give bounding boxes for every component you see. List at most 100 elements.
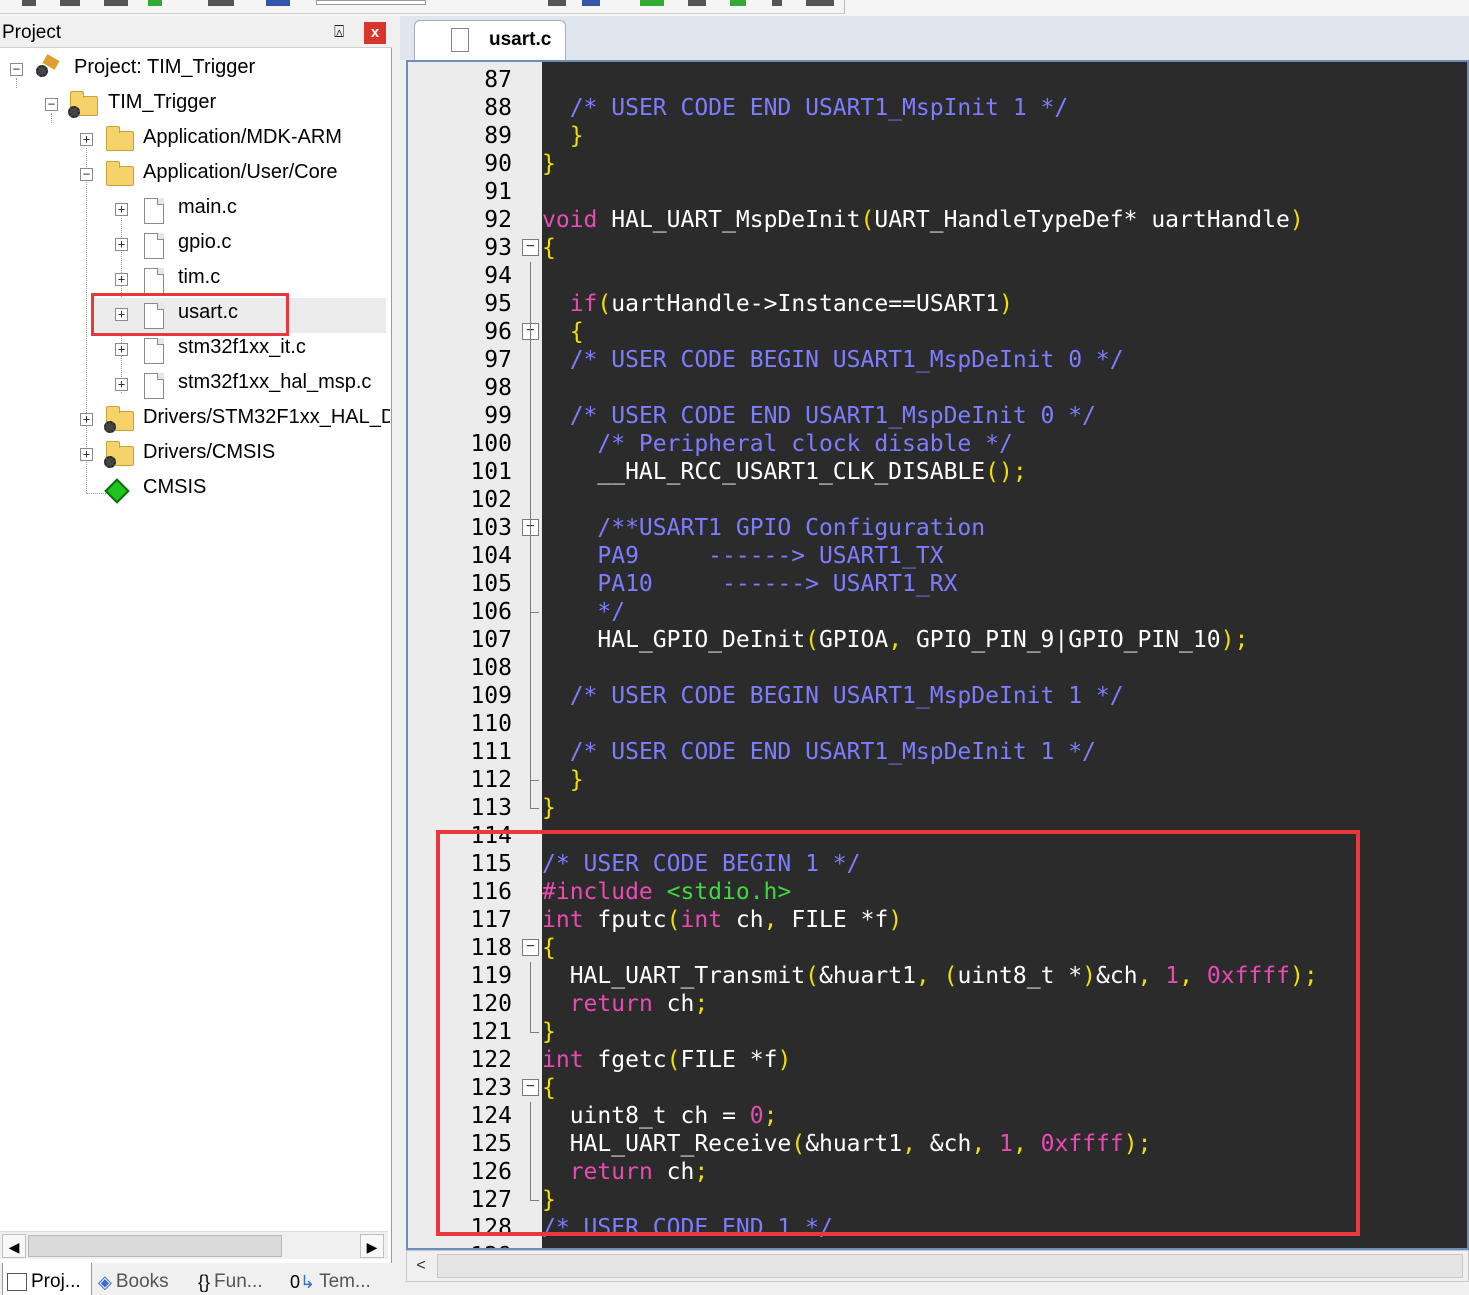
tab-usart-c[interactable]: usart.c — [414, 20, 566, 60]
close-icon[interactable]: x — [364, 22, 386, 44]
tree-file-label: main.c — [178, 196, 237, 218]
code-line[interactable]: /* USER CODE END USART1_MspDeInit 1 */ — [542, 738, 1096, 766]
toolbar-button[interactable] — [60, 0, 80, 6]
toolbar-button[interactable] — [688, 0, 706, 6]
expand-icon[interactable]: + — [115, 343, 128, 356]
scroll-left-arrow-icon[interactable]: < — [409, 1253, 433, 1279]
tab-templates-label: Tem... — [319, 1271, 371, 1292]
collapse-icon[interactable]: − — [45, 98, 58, 111]
code-line[interactable]: /**USART1 GPIO Configuration — [542, 514, 985, 542]
scroll-left-arrow-icon[interactable]: ◀ — [2, 1234, 26, 1258]
gear-icon — [104, 421, 116, 433]
toolbar-button[interactable] — [266, 0, 290, 6]
code-line[interactable]: /* USER CODE BEGIN USART1_MspDeInit 1 */ — [542, 682, 1124, 710]
tab-books[interactable]: ◈ Books — [98, 1263, 188, 1295]
code-line[interactable]: __HAL_RCC_USART1_CLK_DISABLE(); — [542, 458, 1026, 486]
code-line[interactable]: /* USER CODE END USART1_MspInit 1 */ — [542, 94, 1069, 122]
code-line[interactable]: HAL_GPIO_DeInit(GPIOA, GPIO_PIN_9|GPIO_P… — [542, 626, 1248, 654]
toolbar-button[interactable] — [208, 0, 234, 6]
code-line[interactable]: PA10 ------> USART1_RX — [542, 570, 957, 598]
expand-icon[interactable]: + — [115, 203, 128, 216]
line-number: 88 — [484, 95, 512, 121]
code-line[interactable]: if(uartHandle->Instance==USART1) — [542, 290, 1013, 318]
expand-icon[interactable]: + — [115, 378, 128, 391]
expand-icon[interactable]: + — [115, 273, 128, 286]
code-line[interactable]: } — [542, 766, 584, 794]
code-line[interactable]: /* USER CODE BEGIN USART1_MspDeInit 0 */ — [542, 346, 1124, 374]
target-select[interactable] — [316, 0, 426, 5]
tab-label: usart.c — [489, 29, 552, 50]
line-number: 108 — [470, 655, 512, 681]
scroll-right-arrow-icon[interactable]: ▶ — [360, 1234, 384, 1258]
panel-header: Project ⍓ x — [0, 18, 392, 48]
line-number: 91 — [484, 179, 512, 205]
tab-project-label: Proj... — [31, 1271, 81, 1292]
expand-icon[interactable]: + — [80, 448, 93, 461]
expand-icon[interactable]: + — [80, 133, 93, 146]
tree-group-mdk-arm[interactable]: + Application/MDK-ARM — [0, 123, 390, 158]
tree-file-main-c[interactable]: + main.c — [0, 193, 390, 228]
tree-file-stm32f1xx-it-c[interactable]: + stm32f1xx_it.c — [0, 333, 390, 368]
collapse-icon[interactable]: − — [80, 168, 93, 181]
expand-icon[interactable]: + — [80, 413, 93, 426]
line-number: 104 — [470, 543, 512, 569]
toolbar-button[interactable] — [730, 0, 746, 6]
tree-file-gpio-c[interactable]: + gpio.c — [0, 228, 390, 263]
pin-icon[interactable]: ⍓ — [334, 22, 344, 42]
code-line[interactable]: /* Peripheral clock disable */ — [542, 430, 1012, 458]
fold-toggle-icon[interactable]: − — [522, 239, 539, 256]
target-gear-icon — [68, 106, 80, 118]
project-tree: − Project: TIM_Trigger − TIM_Trigger + A… — [0, 53, 390, 1223]
code-line[interactable]: { — [542, 318, 584, 346]
toolbar-button[interactable] — [22, 0, 36, 6]
line-number: 103 — [470, 515, 512, 541]
line-number: 95 — [484, 291, 512, 317]
tree-group-user-core[interactable]: − Application/User/Core — [0, 158, 390, 193]
tree-group-label: Drivers/STM32F1xx_HAL_D — [143, 406, 390, 428]
code-line[interactable]: } — [542, 794, 556, 822]
line-number: 96 — [484, 319, 512, 345]
tree-group-cmsis[interactable]: + Drivers/CMSIS — [0, 438, 390, 473]
editor-horizontal-scrollbar[interactable]: < — [406, 1250, 1469, 1282]
tree-target[interactable]: − TIM_Trigger — [0, 88, 390, 123]
tree-root-project[interactable]: − Project: TIM_Trigger — [0, 53, 390, 88]
code-line[interactable]: } — [542, 150, 556, 178]
toolbar-button[interactable] — [640, 0, 664, 6]
collapse-icon[interactable]: − — [10, 63, 23, 76]
code-line[interactable]: void HAL_UART_MspDeInit(UART_HandleTypeD… — [542, 206, 1304, 234]
line-number: 87 — [484, 67, 512, 93]
tab-functions[interactable]: {} Fun... — [198, 1263, 284, 1295]
tree-horizontal-scrollbar[interactable]: ◀ ▶ — [0, 1231, 388, 1259]
toolbar-strip — [0, 0, 845, 14]
toolbar-button[interactable] — [104, 0, 128, 6]
line-number: 107 — [470, 627, 512, 653]
tree-target-label: TIM_Trigger — [108, 91, 217, 113]
tree-file-stm32f1xx-hal-msp-c[interactable]: + stm32f1xx_hal_msp.c — [0, 368, 390, 403]
editor-tabbar: usart.c — [400, 16, 1469, 60]
toolbar-button[interactable] — [772, 0, 782, 6]
scrollbar-thumb[interactable] — [28, 1235, 282, 1257]
toolbar-button[interactable] — [582, 0, 600, 6]
toolbar-button[interactable] — [548, 0, 566, 6]
line-number: 94 — [484, 263, 512, 289]
folder-icon — [106, 126, 134, 151]
code-line[interactable]: { — [542, 234, 556, 262]
code-line[interactable]: } — [542, 122, 584, 150]
tree-component-label: CMSIS — [143, 476, 207, 498]
expand-icon[interactable]: + — [115, 238, 128, 251]
toolbar-button[interactable] — [806, 0, 834, 6]
toolbar-button[interactable] — [148, 0, 162, 6]
code-line[interactable]: PA9 ------> USART1_TX — [542, 542, 943, 570]
line-number: 101 — [470, 459, 512, 485]
code-line[interactable]: */ — [542, 598, 625, 626]
braces-icon: {} — [198, 1272, 211, 1292]
tree-group-hal-driver[interactable]: + Drivers/STM32F1xx_HAL_D — [0, 403, 390, 438]
project-icon — [34, 54, 60, 83]
tree-component-cmsis[interactable]: CMSIS — [0, 473, 390, 508]
code-line[interactable]: /* USER CODE END USART1_MspDeInit 0 */ — [542, 402, 1096, 430]
tree-group-label: Application/User/Core — [143, 161, 338, 183]
scrollbar-thumb[interactable] — [437, 1254, 1463, 1278]
tab-templates[interactable]: 0↳ Tem... — [290, 1263, 386, 1295]
tab-project[interactable]: Proj... — [2, 1263, 92, 1295]
file-icon — [144, 338, 164, 364]
